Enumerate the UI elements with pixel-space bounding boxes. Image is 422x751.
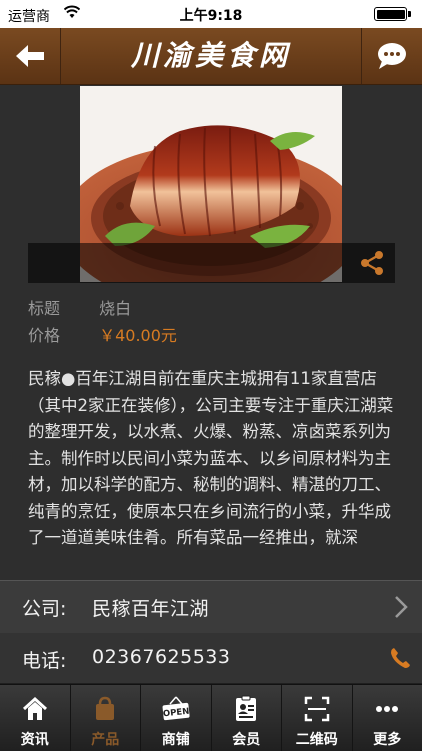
product-description: 民稼●百年江湖目前在重庆主城拥有11家直营店（其中2家正在装修），公司主要专注于… (28, 366, 396, 578)
chat-bubble-icon (362, 28, 422, 84)
phone-icon[interactable] (388, 645, 414, 671)
back-button[interactable] (0, 28, 61, 84)
tab-qrcode[interactable]: 二维码 (282, 685, 353, 751)
app-header: 川渝美食网 (0, 28, 422, 85)
company-value: 民稼百年江湖 (92, 594, 209, 621)
tab-label: 资讯 (0, 729, 70, 749)
chevron-right-icon (394, 595, 408, 619)
home-icon (21, 695, 49, 723)
title-row: 标题 烧白 (28, 295, 131, 319)
tab-news[interactable]: 资讯 (0, 685, 71, 751)
more-dots-icon (373, 695, 401, 723)
image-caption-bar (28, 243, 395, 283)
tab-members[interactable]: 会员 (212, 685, 283, 751)
tab-label: 商铺 (141, 729, 211, 749)
status-time: 上午9:18 (0, 5, 422, 25)
tab-bar: 资讯 产品 OPEN 商铺 会员 二维码 (0, 684, 422, 751)
price-value: ￥40.00元 (99, 326, 177, 345)
tab-label: 产品 (71, 729, 141, 749)
battery-icon (374, 7, 412, 21)
status-bar: 运营商 上午9:18 (0, 0, 422, 28)
shopping-bag-icon (91, 695, 119, 723)
price-row: 价格 ￥40.00元 (28, 322, 177, 346)
price-label: 价格 (28, 322, 94, 346)
share-icon[interactable] (359, 250, 385, 276)
tab-more[interactable]: 更多 (353, 685, 422, 751)
qr-scan-icon (303, 695, 331, 723)
page-title: 川渝美食网 (60, 28, 362, 84)
title-value: 烧白 (99, 299, 131, 318)
tab-label: 更多 (353, 729, 422, 749)
tab-products[interactable]: 产品 (71, 685, 142, 751)
title-label: 标题 (28, 295, 94, 319)
phone-row[interactable]: 电话: 02367625533 (0, 633, 422, 684)
tab-label: 二维码 (282, 729, 352, 749)
company-row[interactable]: 公司: 民稼百年江湖 (0, 580, 422, 634)
message-button[interactable] (361, 28, 422, 84)
company-label: 公司: (22, 594, 66, 621)
tab-shops[interactable]: OPEN 商铺 (141, 685, 212, 751)
tab-label: 会员 (212, 729, 282, 749)
open-sign-icon: OPEN (162, 695, 190, 723)
phone-label: 电话: (22, 646, 66, 673)
member-card-icon (232, 695, 260, 723)
back-arrow-icon (0, 28, 60, 84)
phone-value: 02367625533 (92, 646, 230, 668)
